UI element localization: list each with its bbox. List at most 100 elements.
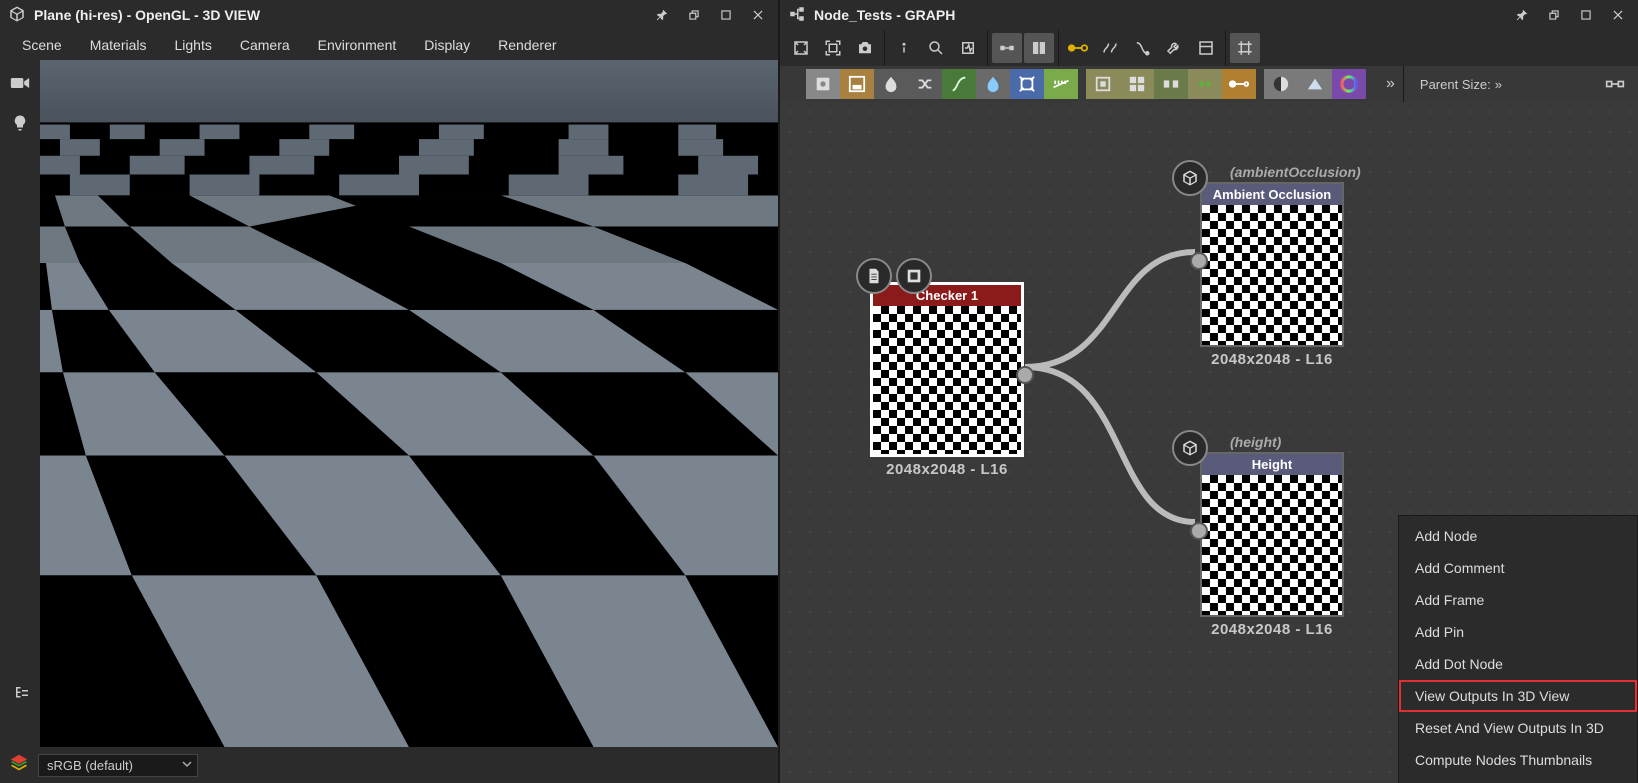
window-close-icon[interactable] — [746, 3, 770, 27]
grid-snap-icon[interactable] — [1230, 33, 1260, 63]
panel-icon[interactable] — [1191, 33, 1221, 63]
parent-size-label[interactable]: Parent Size: » — [1420, 77, 1502, 92]
window-maximize-icon[interactable] — [1574, 3, 1598, 27]
window-restore-icon[interactable] — [682, 3, 706, 27]
node-checker[interactable]: Checker 1 2048x2048 - L16 — [870, 282, 1024, 478]
node-type-color[interactable] — [1332, 69, 1366, 99]
flow-1-icon[interactable] — [1063, 33, 1093, 63]
3d-viewport[interactable] — [40, 60, 778, 747]
node-ao-overlabel: (ambientOcclusion) — [1230, 164, 1361, 180]
menu-camera[interactable]: Camera — [226, 33, 304, 57]
node-type-blend[interactable] — [874, 69, 908, 99]
menu-environment[interactable]: Environment — [304, 33, 411, 57]
fit-selection-icon[interactable] — [818, 33, 848, 63]
graph-icon — [788, 5, 806, 26]
menu-lights[interactable]: Lights — [161, 33, 226, 57]
graph-toolbar — [780, 30, 1638, 66]
node-type-toolbar: » Parent Size: » — [780, 66, 1638, 102]
node-type-transform[interactable] — [1010, 69, 1044, 99]
checker-floor-render — [40, 60, 778, 747]
node-type-mask[interactable] — [1264, 69, 1298, 99]
node-type-bitmap[interactable] — [840, 69, 874, 99]
node-type-distance[interactable] — [1044, 69, 1078, 99]
node-type-link[interactable] — [1222, 69, 1256, 99]
window-restore-icon[interactable] — [1542, 3, 1566, 27]
node-type-shuffle[interactable] — [908, 69, 942, 99]
ctx-menu-item[interactable]: Compute Nodes Thumbnails — [1399, 744, 1637, 776]
node-ambient-occlusion[interactable]: (ambientOcclusion) Ambient Occlusion 204… — [1200, 182, 1344, 368]
output-port[interactable] — [1016, 366, 1034, 384]
fit-icon[interactable] — [786, 33, 816, 63]
material-icon[interactable] — [896, 258, 932, 294]
camera-icon[interactable] — [5, 68, 35, 98]
node-thumbnail — [1202, 475, 1342, 615]
3d-view-statusbar: sRGB (default) — [0, 747, 778, 783]
cube-icon — [8, 5, 26, 26]
menu-renderer[interactable]: Renderer — [484, 33, 570, 57]
cube-icon[interactable] — [1172, 160, 1208, 196]
document-icon[interactable] — [856, 258, 892, 294]
node-height-header: Height — [1202, 454, 1342, 475]
pin-icon[interactable] — [1510, 3, 1534, 27]
node-height-caption: 2048x2048 - L16 — [1200, 621, 1344, 638]
viewport-container — [0, 60, 778, 747]
node-thumbnail — [1202, 205, 1342, 345]
view-mode-icon[interactable] — [1024, 33, 1054, 63]
light-icon[interactable] — [5, 108, 35, 138]
node-height-overlabel: (height) — [1230, 434, 1281, 450]
node-type-normal[interactable] — [1298, 69, 1332, 99]
more-icon[interactable]: » — [1386, 75, 1395, 93]
menu-scene[interactable]: Scene — [8, 33, 76, 57]
node-type-fx2[interactable] — [1120, 69, 1154, 99]
input-port[interactable] — [1190, 252, 1208, 270]
input-port[interactable] — [1190, 522, 1208, 540]
layers-icon[interactable] — [8, 752, 30, 779]
ctx-menu-item[interactable]: Add Pin — [1399, 616, 1637, 648]
align-icon[interactable] — [992, 33, 1022, 63]
window-close-icon[interactable] — [1606, 3, 1630, 27]
colorspace-dropdown[interactable]: sRGB (default) — [38, 754, 198, 777]
3d-view-title: Plane (hi-res) - OpenGL - 3D VIEW — [34, 7, 260, 23]
ctx-menu-item[interactable]: Add Frame — [1399, 584, 1637, 616]
node-height[interactable]: (height) Height 2048x2048 - L16 — [1200, 452, 1344, 638]
tools-icon[interactable] — [1159, 33, 1189, 63]
reset-icon[interactable] — [1598, 69, 1632, 99]
ctx-menu-item[interactable]: View Outputs In 3D View — [1399, 680, 1637, 712]
colorspace-select[interactable]: sRGB (default) — [38, 754, 198, 777]
node-type-pixel[interactable] — [1188, 69, 1222, 99]
ctx-menu-item[interactable]: Reset And View Outputs In 3D — [1399, 712, 1637, 744]
graph-canvas[interactable]: Checker 1 2048x2048 - L16 (ambientOcclus… — [780, 102, 1638, 783]
3d-view-titlebar: Plane (hi-res) - OpenGL - 3D VIEW — [0, 0, 778, 30]
flow-3-icon[interactable] — [1127, 33, 1157, 63]
ctx-menu-item[interactable]: Add Dot Node — [1399, 648, 1637, 680]
cube-icon[interactable] — [1172, 430, 1208, 466]
node-type-fx3[interactable] — [1154, 69, 1188, 99]
snapshot-icon[interactable] — [850, 33, 880, 63]
pin-icon[interactable] — [650, 3, 674, 27]
context-menu: Add NodeAdd CommentAdd FrameAdd PinAdd D… — [1398, 515, 1638, 783]
hierarchy-icon[interactable] — [8, 679, 36, 707]
flow-2-icon[interactable] — [1095, 33, 1125, 63]
viewport-side-toolbar — [0, 60, 40, 747]
window-maximize-icon[interactable] — [714, 3, 738, 27]
graph-title: Node_Tests - GRAPH — [814, 7, 955, 23]
ctx-menu-item[interactable]: Add Comment — [1399, 552, 1637, 584]
menu-display[interactable]: Display — [410, 33, 484, 57]
node-type-fx1[interactable] — [1086, 69, 1120, 99]
3d-view-panel: Plane (hi-res) - OpenGL - 3D VIEW Scene … — [0, 0, 780, 783]
ctx-menu-item[interactable]: Add Node — [1399, 520, 1637, 552]
node-type-gradient[interactable] — [976, 69, 1010, 99]
chevron-right-icon: » — [1495, 77, 1502, 92]
ctx-menu-item[interactable]: Clear Nodes Thumbnails — [1399, 776, 1637, 783]
node-type-curve[interactable] — [942, 69, 976, 99]
timing-icon[interactable] — [953, 33, 983, 63]
menu-materials[interactable]: Materials — [76, 33, 161, 57]
graph-titlebar: Node_Tests - GRAPH — [780, 0, 1638, 30]
graph-panel: Node_Tests - GRAPH — [780, 0, 1638, 783]
node-thumbnail — [873, 306, 1021, 454]
node-ao-caption: 2048x2048 - L16 — [1200, 351, 1344, 368]
search-icon[interactable] — [921, 33, 951, 63]
node-type-uniform[interactable] — [806, 69, 840, 99]
node-checker-caption: 2048x2048 - L16 — [870, 461, 1024, 478]
info-icon[interactable] — [889, 33, 919, 63]
